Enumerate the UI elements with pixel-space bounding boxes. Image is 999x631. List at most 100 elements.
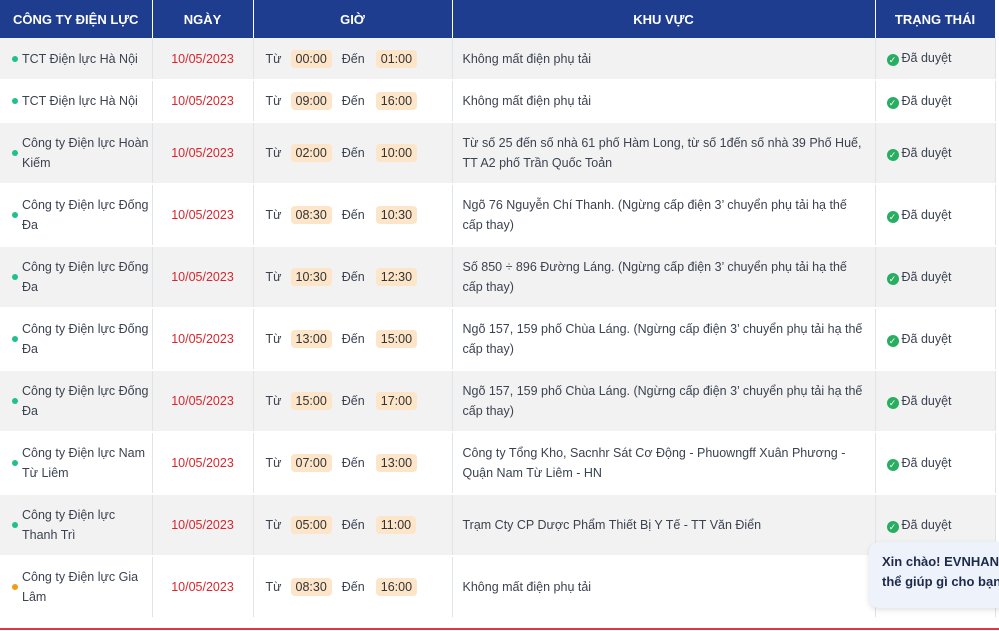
time-cell: Từ 02:00 Đến 10:00 <box>253 122 453 184</box>
header-company: CÔNG TY ĐIỆN LỰC <box>0 0 153 38</box>
area-cell: Công ty Tổng Kho, Sacnhr Sát Cơ Động - P… <box>452 432 876 494</box>
header-date: NGÀY <box>152 0 254 38</box>
from-label: Từ <box>265 580 282 594</box>
from-label: Từ <box>265 51 282 66</box>
to-label: Đến <box>341 332 365 346</box>
to-label: Đến <box>341 394 365 408</box>
status-cell: ✓ Đã duyệt <box>875 432 996 494</box>
from-label: Từ <box>265 208 282 222</box>
check-circle-icon: ✓ <box>886 210 899 223</box>
company-cell: Công ty Điện lực Thanh Trì <box>0 494 153 556</box>
end-time-badge: 16:00 <box>375 92 418 110</box>
status-text: Đã duyệt <box>901 393 952 408</box>
start-time-badge: 10:30 <box>290 268 332 286</box>
company-name: Công ty Điện lực Nam Từ Liêm <box>22 446 145 480</box>
to-label: Đến <box>341 208 365 222</box>
date-cell: 10/05/2023 <box>152 38 254 80</box>
status-dot-icon <box>12 274 18 280</box>
to-label: Đến <box>341 518 365 532</box>
end-time-badge: 15:00 <box>375 330 418 348</box>
header-time: GIỜ <box>253 0 453 38</box>
status-cell: ✓ Đã duyệt <box>875 308 996 370</box>
table-row: Công ty Điện lực Đống Đa 10/05/2023 Từ 15… <box>0 370 996 432</box>
chat-greeting-line1: Xin chào! EVNHANO <box>882 554 999 569</box>
status-dot-icon <box>12 460 18 466</box>
status-dot-icon <box>12 150 18 156</box>
table-header-row: CÔNG TY ĐIỆN LỰC NGÀY GIỜ KHU VỰC TRẠNG … <box>0 0 996 38</box>
to-label: Đến <box>341 456 365 470</box>
end-time-badge: 01:00 <box>375 49 418 68</box>
table-row: Công ty Điện lực Hoàn Kiếm 10/05/2023 Từ… <box>0 122 996 184</box>
outage-schedule-table: CÔNG TY ĐIỆN LỰC NGÀY GIỜ KHU VỰC TRẠNG … <box>0 0 996 619</box>
status-text: Đã duyệt <box>901 517 952 532</box>
area-cell: Trạm Cty CP Dược Phẩm Thiết Bị Y Tế - TT… <box>452 494 876 556</box>
company-cell: Công ty Điện lực Đống Đa <box>0 370 153 432</box>
end-time-badge: 16:00 <box>375 578 418 596</box>
date-cell: 10/05/2023 <box>152 556 254 618</box>
end-time-badge: 13:00 <box>375 454 418 472</box>
from-label: Từ <box>265 332 282 346</box>
status-cell: ✓ Đã duyệt <box>875 184 996 246</box>
status-text: Đã duyệt <box>901 269 952 284</box>
end-time-badge: 10:30 <box>375 206 418 224</box>
end-time-badge: 12:30 <box>375 268 418 286</box>
check-circle-icon: ✓ <box>886 272 899 285</box>
start-time-badge: 02:00 <box>290 144 332 162</box>
bottom-divider <box>0 628 999 630</box>
area-cell: Không mất điện phụ tải <box>452 556 876 618</box>
from-label: Từ <box>265 94 282 108</box>
start-time-badge: 05:00 <box>290 516 332 534</box>
status-text: Đã duyệt <box>901 93 952 108</box>
table-row: Công ty Điện lực Đống Đa 10/05/2023 Từ 10… <box>0 246 996 308</box>
status-dot-icon <box>12 522 18 528</box>
time-cell: Từ 09:00 Đến 16:00 <box>253 80 453 122</box>
start-time-badge: 07:00 <box>290 454 332 472</box>
company-name: Công ty Điện lực Hoàn Kiếm <box>22 136 149 170</box>
status-text: Đã duyệt <box>901 145 952 160</box>
from-label: Từ <box>265 146 282 160</box>
table-row: Công ty Điện lực Gia Lâm 10/05/2023 Từ 08… <box>0 556 996 618</box>
status-text: Đã duyệt <box>901 51 952 65</box>
area-cell: Ngõ 157, 159 phố Chùa Láng. (Ngừng cấp đ… <box>452 308 876 370</box>
status-dot-icon <box>12 212 18 218</box>
company-name: Công ty Điện lực Thanh Trì <box>22 508 116 542</box>
company-cell: TCT Điện lực Hà Nội <box>0 38 153 80</box>
time-cell: Từ 15:00 Đến 17:00 <box>253 370 453 432</box>
date-cell: 10/05/2023 <box>152 494 254 556</box>
time-cell: Từ 08:30 Đến 10:30 <box>253 184 453 246</box>
date-cell: 10/05/2023 <box>152 246 254 308</box>
area-cell: Không mất điện phụ tải <box>452 80 876 122</box>
start-time-badge: 08:30 <box>290 206 332 224</box>
status-dot-icon <box>12 98 18 104</box>
date-cell: 10/05/2023 <box>152 370 254 432</box>
company-name: Công ty Điện lực Đống Đa <box>22 384 149 418</box>
chat-widget[interactable]: Xin chào! EVNHANO thể giúp gì cho bạn <box>869 542 999 608</box>
end-time-badge: 17:00 <box>375 392 418 410</box>
chat-greeting-line2: thể giúp gì cho bạn <box>882 574 999 589</box>
check-circle-icon: ✓ <box>886 96 899 109</box>
check-circle-icon: ✓ <box>886 148 899 161</box>
to-label: Đến <box>341 94 365 108</box>
from-label: Từ <box>265 394 282 408</box>
start-time-badge: 09:00 <box>290 92 332 110</box>
status-text: Đã duyệt <box>901 331 952 346</box>
status-dot-icon <box>12 398 18 404</box>
to-label: Đến <box>341 146 365 160</box>
to-label: Đến <box>341 270 365 284</box>
check-circle-icon: ✓ <box>886 54 899 66</box>
status-cell: ✓ Đã duyệt <box>875 122 996 184</box>
company-cell: Công ty Điện lực Đống Đa <box>0 308 153 370</box>
start-time-badge: 08:30 <box>290 578 332 596</box>
company-cell: Công ty Điện lực Đống Đa <box>0 184 153 246</box>
header-status: TRẠNG THÁI <box>875 0 996 38</box>
time-cell: Từ 13:00 Đến 15:00 <box>253 308 453 370</box>
area-cell: Không mất điện phụ tải <box>452 38 876 80</box>
time-cell: Từ 00:00 Đến 01:00 <box>253 38 453 80</box>
table-row: Công ty Điện lực Nam Từ Liêm 10/05/2023 … <box>0 432 996 494</box>
area-cell: Từ số 25 đến số nhà 61 phố Hàm Long, từ … <box>452 122 876 184</box>
from-label: Từ <box>265 456 282 470</box>
to-label: Đến <box>341 51 365 66</box>
area-cell: Số 850 ÷ 896 Đường Láng. (Ngừng cấp điện… <box>452 246 876 308</box>
from-label: Từ <box>265 518 282 532</box>
time-cell: Từ 07:00 Đến 13:00 <box>253 432 453 494</box>
